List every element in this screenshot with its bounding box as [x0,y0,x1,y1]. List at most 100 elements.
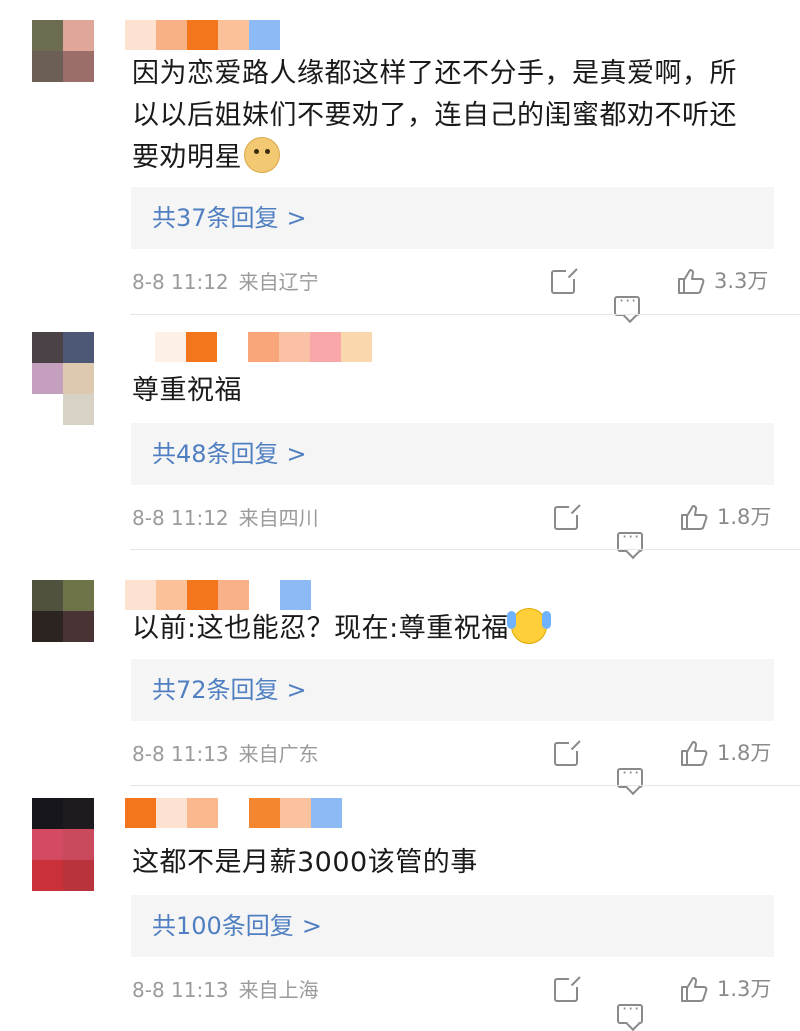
avatar-pixel [63,51,94,82]
comment-text: 尊重祝福 [132,375,242,406]
like-count: 1.8万 [717,505,772,529]
avatar-pixel [63,332,94,363]
chevron-right-icon: > [286,440,307,468]
share-icon[interactable] [554,505,579,530]
username-pixel [125,580,156,610]
comment-meta: 8-8 11:13 来自上海 [132,976,319,1004]
username-pixel [280,580,311,610]
username[interactable] [155,332,372,362]
username-pixel [155,332,186,362]
username[interactable] [125,580,311,610]
timestamp: 8-8 11:12 [132,506,229,530]
username-pixel [249,580,280,610]
like-button[interactable]: 3.3万 [676,267,768,295]
username-pixel [311,798,342,828]
thumbs-up-icon [681,505,708,530]
username-pixel [125,798,156,828]
avatar-pixel [32,829,63,860]
avatar[interactable] [32,20,94,82]
username-pixel [156,20,187,50]
comment-text: 这都不是月薪3000该管的事 [132,847,478,878]
avatar-pixel [32,20,63,51]
thumbs-up-icon [678,269,705,294]
comment-meta: 8-8 11:12 来自辽宁 [132,268,319,296]
like-count: 1.3万 [717,977,772,1001]
view-replies-link[interactable]: 共100条回复 > [131,895,774,957]
username-pixel [249,798,280,828]
avatar[interactable] [32,580,94,642]
share-icon[interactable] [551,269,576,294]
comment-text: 以前:这也能忍？现在:尊重祝福 [132,608,772,650]
share-icon[interactable] [554,977,579,1002]
chevron-right-icon: > [301,912,322,940]
like-button[interactable]: 1.8万 [679,503,771,531]
username-pixel [279,332,310,362]
username-pixel [341,332,372,362]
username-pixel [156,798,187,828]
avatar[interactable] [32,332,94,425]
view-replies-link[interactable]: 共37条回复 > [131,187,774,249]
like-count: 3.3万 [714,269,769,293]
avatar-pixel [63,580,94,611]
username[interactable] [125,798,342,828]
like-button[interactable]: 1.3万 [679,975,771,1003]
location: 来自广东 [238,742,319,766]
username-pixel [125,20,156,50]
comment-meta: 8-8 11:13 来自广东 [132,740,319,768]
doge-emoji [244,137,280,173]
comment-item: 这都不是月薪3000该管的事 共100条回复> 8-8 11:13 来自上海 1.… [0,786,800,1024]
avatar-pixel [32,611,63,642]
username-pixel [156,580,187,610]
chevron-right-icon: > [286,204,307,232]
timestamp: 8-8 11:13 [132,742,229,766]
avatar-pixel [63,860,94,891]
view-replies-link[interactable]: 共48条回复 > [131,423,774,485]
timestamp: 8-8 11:12 [132,270,229,294]
username-pixel [186,332,217,362]
avatar-pixel [63,798,94,829]
location: 来自四川 [238,506,319,530]
username-pixel [187,580,218,610]
username-pixel [218,580,249,610]
username-pixel [187,798,218,828]
avatar[interactable] [32,798,94,891]
divider [130,314,800,315]
comment-meta: 8-8 11:12 来自四川 [132,504,319,532]
avatar-pixel [32,394,63,425]
comment-text: 因为恋爱路人缘都这样了还不分手，是真爱啊，所 以以后姐妹们不要劝了，连自己的闺蜜… [132,58,737,173]
like-count: 1.8万 [717,741,772,765]
timestamp: 8-8 11:13 [132,978,229,1002]
username-pixel [248,332,279,362]
username-pixel [187,20,218,50]
share-icon[interactable] [554,741,579,766]
comment-item: 尊重祝福 共48条回复> 8-8 11:12 来自四川 1.8万 [0,316,800,552]
avatar-pixel [32,51,63,82]
username-pixel [280,798,311,828]
avatar-pixel [63,394,94,425]
avatar-pixel [63,611,94,642]
username[interactable] [125,20,280,50]
comment-item: 因为恋爱路人缘都这样了还不分手，是真爱啊，所 以以后姐妹们不要劝了，连自己的闺蜜… [0,0,800,316]
comment-icon[interactable] [614,291,640,316]
cry-emoji [506,608,551,644]
avatar-pixel [32,332,63,363]
username-pixel [249,20,280,50]
location: 来自辽宁 [238,270,319,294]
chevron-right-icon: > [286,676,307,704]
thumbs-up-icon [681,977,708,1002]
avatar-pixel [32,580,63,611]
like-button[interactable]: 1.8万 [679,739,771,767]
comment-icon[interactable] [617,999,643,1024]
username-pixel [218,798,249,828]
view-replies-link[interactable]: 共72条回复 > [131,659,774,721]
comment-item: 以前:这也能忍？现在:尊重祝福 共72条回复> 8-8 11:13 来自广东 1.… [0,550,800,788]
thumbs-up-icon [681,741,708,766]
username-pixel [218,20,249,50]
avatar-pixel [63,363,94,394]
avatar-pixel [63,20,94,51]
username-pixel [310,332,341,362]
location: 来自上海 [238,978,319,1002]
username-pixel [217,332,248,362]
avatar-pixel [32,860,63,891]
avatar-pixel [32,363,63,394]
